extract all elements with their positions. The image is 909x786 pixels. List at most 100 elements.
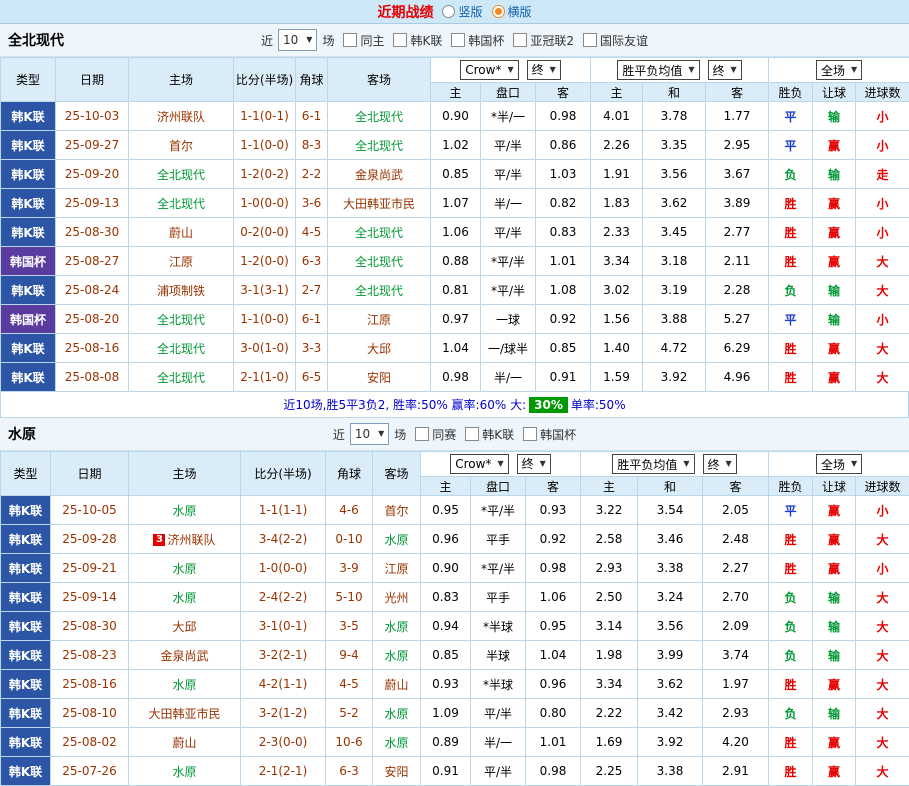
away-team-link[interactable]: 全北现代 <box>355 139 403 153</box>
match-result: 平 <box>769 305 813 334</box>
home-team-link[interactable]: 首尔 <box>169 139 193 153</box>
home-team-link[interactable]: 浦项制铁 <box>157 284 205 298</box>
odds-source-select[interactable]: 胜平负均值▼ <box>612 454 694 474</box>
checkbox-icon[interactable] <box>583 33 597 47</box>
filter-option[interactable]: 韩国杯 <box>523 426 576 443</box>
radio-selected-icon[interactable] <box>492 5 505 18</box>
home-team-link[interactable]: 水原 <box>172 504 196 518</box>
asian-away-odds: 0.82 <box>536 189 591 218</box>
home-team-link[interactable]: 全北现代 <box>157 197 205 211</box>
away-team-link[interactable]: 水原 <box>384 736 408 750</box>
home-win-odds: 3.34 <box>581 670 638 699</box>
filter-option[interactable]: 韩K联 <box>465 426 514 443</box>
asian-away-odds: 0.91 <box>536 363 591 392</box>
filter-option[interactable]: 同主 <box>343 32 384 49</box>
checkbox-icon[interactable] <box>393 33 407 47</box>
away-team-link[interactable]: 全北现代 <box>355 255 403 269</box>
filter-option[interactable]: 亚冠联2 <box>513 32 574 49</box>
home-team-link[interactable]: 济州联队 <box>157 110 205 124</box>
away-team-link[interactable]: 大邱 <box>367 342 391 356</box>
goals-result: 小 <box>856 305 909 334</box>
away-team-link[interactable]: 安阳 <box>384 765 408 779</box>
checkbox-icon[interactable] <box>343 33 357 47</box>
checkbox-icon[interactable] <box>513 33 527 47</box>
odds-source-select[interactable]: 胜平负均值▼ <box>617 60 699 80</box>
home-team: 江原 <box>129 247 234 276</box>
away-team-link[interactable]: 水原 <box>384 533 408 547</box>
home-team-link[interactable]: 大田韩亚市民 <box>148 707 220 721</box>
checkbox-icon[interactable] <box>465 427 479 441</box>
handicap-result: 赢 <box>813 525 856 554</box>
home-team-link[interactable]: 全北现代 <box>157 168 205 182</box>
away-win-odds: 1.97 <box>703 670 769 699</box>
away-team: 首尔 <box>373 496 421 525</box>
away-team-link[interactable]: 江原 <box>384 562 408 576</box>
odds-source-select[interactable]: 终▼ <box>703 454 737 474</box>
home-team-link[interactable]: 水原 <box>172 562 196 576</box>
select-value: 全场 <box>821 62 845 79</box>
away-team-link[interactable]: 全北现代 <box>355 110 403 124</box>
away-team-link[interactable]: 江原 <box>367 313 391 327</box>
away-team-link[interactable]: 水原 <box>384 649 408 663</box>
odds-source-select[interactable]: 全场▼ <box>816 60 862 80</box>
home-team-link[interactable]: 全北现代 <box>157 371 205 385</box>
away-team-link[interactable]: 金泉尚武 <box>355 168 403 182</box>
away-team-link[interactable]: 水原 <box>384 707 408 721</box>
table-row: 韩K联25-09-27首尔1-1(0-0)8-3全北现代1.02平/半0.862… <box>1 131 909 160</box>
table-row: 韩K联25-09-283济州联队3-4(2-2)0-10水原0.96平手0.92… <box>1 525 909 554</box>
away-team-link[interactable]: 光州 <box>384 591 408 605</box>
home-team-link[interactable]: 全北现代 <box>157 342 205 356</box>
odds-source-select[interactable]: 终▼ <box>527 60 561 80</box>
odds-source-select[interactable]: 终▼ <box>708 60 742 80</box>
recent-count-select[interactable]: 10▼ <box>350 423 389 445</box>
draw-odds: 3.62 <box>643 189 706 218</box>
home-team-link[interactable]: 全北现代 <box>157 313 205 327</box>
handicap-result: 输 <box>813 699 856 728</box>
match-score: 3-4(2-2) <box>241 525 326 554</box>
away-team-link[interactable]: 全北现代 <box>355 226 403 240</box>
handicap-result: 赢 <box>813 554 856 583</box>
recent-count-select[interactable]: 10▼ <box>278 29 317 51</box>
asian-handicap: 平/半 <box>481 160 536 189</box>
odds-source-select[interactable]: Crow*▼ <box>450 454 508 474</box>
match-result: 胜 <box>769 218 813 247</box>
layout-option-horizontal[interactable]: 横版 <box>492 3 532 20</box>
home-team-link[interactable]: 蔚山 <box>172 736 196 750</box>
home-team-link[interactable]: 大邱 <box>172 620 196 634</box>
checkbox-icon[interactable] <box>415 427 429 441</box>
filter-option[interactable]: 同赛 <box>415 426 456 443</box>
home-team-link[interactable]: 江原 <box>169 255 193 269</box>
filter-option[interactable]: 国际友谊 <box>583 32 648 49</box>
asian-handicap: *平/半 <box>471 554 526 583</box>
col-header-type: 类型 <box>1 58 56 102</box>
checkbox-icon[interactable] <box>523 427 537 441</box>
home-team-link[interactable]: 水原 <box>172 678 196 692</box>
home-team-link[interactable]: 金泉尚武 <box>160 649 208 663</box>
away-team-link[interactable]: 首尔 <box>384 504 408 518</box>
odds-source-select[interactable]: 全场▼ <box>816 454 862 474</box>
checkbox-icon[interactable] <box>451 33 465 47</box>
filter-option[interactable]: 韩K联 <box>393 32 442 49</box>
goals-result: 走 <box>856 160 909 189</box>
away-team-link[interactable]: 水原 <box>384 620 408 634</box>
radio-unselected-icon[interactable] <box>442 5 455 18</box>
match-result: 平 <box>769 102 813 131</box>
matches-table: 类型日期主场比分(半场)角球客场Crow*▼终▼胜平负均值▼终▼全场▼主盘口客主… <box>0 451 909 786</box>
away-team-link[interactable]: 大田韩亚市民 <box>343 197 415 211</box>
asian-handicap: 平手 <box>471 583 526 612</box>
goals-result: 大 <box>856 525 909 554</box>
col-header-away: 客场 <box>328 58 431 102</box>
home-team-link[interactable]: 水原 <box>172 591 196 605</box>
home-team-link[interactable]: 水原 <box>172 765 196 779</box>
home-team-link[interactable]: 济州联队 <box>167 533 215 547</box>
away-team-link[interactable]: 蔚山 <box>384 678 408 692</box>
layout-option-vertical[interactable]: 竖版 <box>442 3 482 20</box>
home-team: 水原 <box>129 496 241 525</box>
filter-option[interactable]: 韩国杯 <box>451 32 504 49</box>
odds-source-select[interactable]: Crow*▼ <box>460 60 518 80</box>
away-team-link[interactable]: 安阳 <box>367 371 391 385</box>
odds-source-select[interactable]: 终▼ <box>517 454 551 474</box>
away-team-link[interactable]: 全北现代 <box>355 284 403 298</box>
home-team-link[interactable]: 蔚山 <box>169 226 193 240</box>
league-type: 韩K联 <box>1 276 56 305</box>
